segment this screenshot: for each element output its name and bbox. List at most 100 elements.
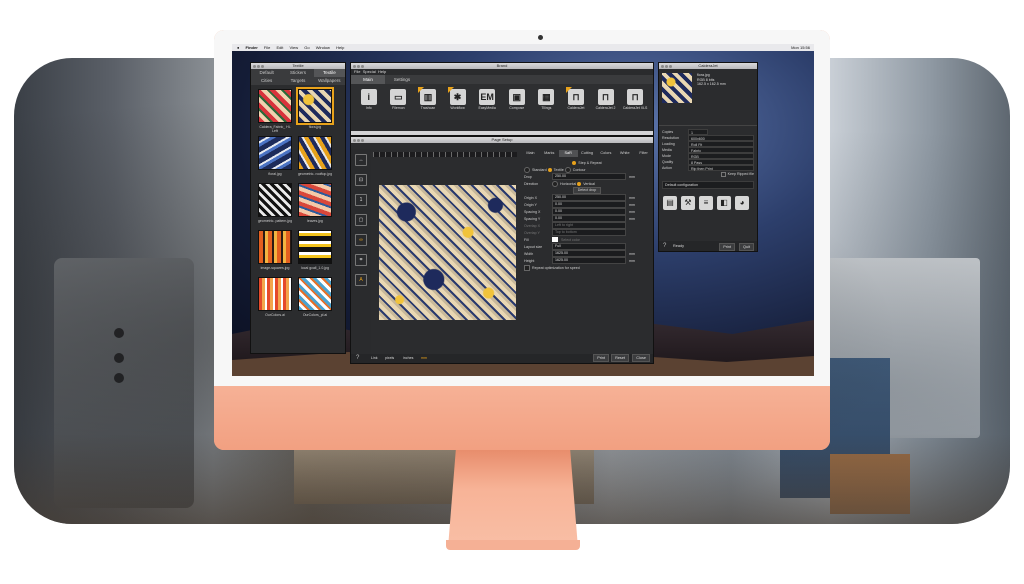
menu-view[interactable]: View (290, 44, 299, 51)
thumbnail-item[interactable]: floral.jpg (257, 136, 293, 181)
configuration-select[interactable]: Default configuration (662, 181, 754, 189)
origin-x-field[interactable]: 250.00 (552, 194, 626, 201)
overlap-x-select[interactable]: Left to right (552, 222, 626, 229)
print-button[interactable]: Print (719, 243, 735, 251)
detect-drop-button[interactable]: Detect drop (572, 187, 602, 194)
thumbnail-item[interactable]: OurColors_pl.ai (297, 277, 333, 322)
overlap-y-select[interactable]: Top to bottom (552, 229, 626, 236)
zoom-icon[interactable]: ⊡ (355, 174, 367, 186)
tab-colors[interactable]: Colors (596, 150, 615, 157)
fill-color-swatch[interactable] (552, 237, 558, 242)
caldera-scrollbar[interactable] (351, 131, 653, 135)
calderajet-button[interactable]: ⊓ CalderaJet (562, 87, 590, 117)
minimize-icon[interactable] (357, 65, 360, 68)
repeat-optimization-checkbox[interactable] (524, 264, 530, 271)
menu-go[interactable]: Go (304, 44, 309, 51)
tab-filter[interactable]: Filter (634, 150, 653, 157)
calderajet2-button[interactable]: ⊓ CalderaJet 2 (592, 87, 620, 117)
list-icon[interactable]: ≡ (699, 196, 713, 210)
zoom-icon[interactable] (261, 65, 264, 68)
close-icon[interactable] (353, 139, 356, 142)
radio-horizontal[interactable] (552, 180, 558, 187)
easymedia-button[interactable]: EM EasyMedia (473, 87, 501, 117)
unit-inches[interactable]: inches (403, 356, 413, 360)
preview-canvas[interactable] (379, 185, 516, 320)
unit-pixels[interactable]: pixels (385, 356, 394, 360)
keep-ripped-checkbox[interactable] (720, 172, 726, 177)
thumbnail-item[interactable]: OurColors.ai (257, 277, 293, 322)
spacing-y-field[interactable]: 0.00 (552, 215, 626, 222)
workflow-button[interactable]: ✱ Workflow (444, 87, 472, 117)
menu-file[interactable]: File (264, 44, 270, 51)
minimize-icon[interactable] (257, 65, 260, 68)
zoom-icon[interactable] (361, 139, 364, 142)
radio-contour[interactable] (564, 166, 571, 173)
fullscreen-icon[interactable]: ▢ (355, 214, 367, 226)
minimize-icon[interactable] (665, 65, 668, 68)
tilings-button[interactable]: ▦ Tilings (533, 87, 561, 117)
spacing-x-field[interactable]: 0.00 (552, 208, 626, 215)
palette-icon[interactable]: ◕ (735, 196, 749, 210)
zoom-icon[interactable] (669, 65, 672, 68)
quit-button[interactable]: Quit (739, 243, 754, 251)
thumbnail-item[interactable]: geometric- pattern.jpg (257, 183, 293, 228)
wrench-icon[interactable]: ⚒ (681, 196, 695, 210)
menu-window[interactable]: Window (316, 44, 330, 51)
step-repeat-checkbox[interactable] (572, 160, 577, 165)
compose-button[interactable]: ▣ Compose (503, 87, 531, 117)
tab-textile[interactable]: Textile (313, 69, 345, 77)
tab-stickers[interactable]: Stickers (282, 69, 313, 77)
menu-help[interactable]: Help (378, 69, 386, 74)
close-icon[interactable] (253, 65, 256, 68)
menubar-clock[interactable]: Mon 15:56 (791, 44, 810, 51)
job-thumbnail[interactable] (662, 73, 692, 103)
tab-wallpapers[interactable]: Wallpapers (314, 77, 345, 85)
tab-cutting[interactable]: Cutting (578, 150, 597, 157)
print-button[interactable]: Print (593, 353, 609, 362)
close-icon[interactable] (353, 65, 356, 68)
tab-sar[interactable]: SaR (558, 150, 578, 157)
width-field[interactable]: 1625.00 (552, 250, 626, 257)
tab-white[interactable]: White (615, 150, 634, 157)
zoom-icon[interactable] (361, 65, 364, 68)
tab-marks[interactable]: Marks (540, 150, 559, 157)
height-field[interactable]: 1625.00 (552, 257, 626, 264)
help-icon[interactable]: ? (356, 355, 359, 361)
thumbnail-item[interactable]: Caldera_Fabric_ Hi-Left (257, 89, 293, 134)
filemon-button[interactable]: ▭ Filemon (385, 87, 413, 117)
calderajetxls-button[interactable]: ⊓ CalderaJet XLS (621, 87, 649, 117)
caldera-main-titlebar[interactable]: Brand (351, 63, 653, 69)
layout-size-select[interactable]: Full (552, 243, 626, 250)
minimize-icon[interactable] (357, 139, 360, 142)
tab-settings[interactable]: Settings (385, 75, 419, 84)
swatch-icon[interactable]: ◧ (717, 196, 731, 210)
apple-icon[interactable]: ● (237, 44, 239, 51)
close-icon[interactable] (661, 65, 664, 68)
textile-titlebar[interactable]: Textile (251, 63, 345, 69)
text-icon[interactable]: A (355, 274, 367, 286)
thumbnail-item[interactable]: image-squares.jpg (257, 230, 293, 275)
tab-main[interactable]: Main (521, 150, 540, 157)
thumbnail-item[interactable]: flora.jpg (296, 87, 334, 134)
thumbnail-item[interactable]: local gcall_1.0.jpg (297, 230, 333, 275)
fill-select[interactable]: Select color (561, 238, 580, 242)
origin-y-field[interactable]: 0.00 (552, 201, 626, 208)
tab-targets[interactable]: Targets (282, 77, 313, 85)
info-button[interactable]: i Info (355, 87, 383, 117)
menu-help[interactable]: Help (336, 44, 344, 51)
radio-standard[interactable] (524, 166, 530, 173)
one-to-one-icon[interactable]: 1 (355, 194, 367, 206)
menu-edit[interactable]: Edit (276, 44, 283, 51)
menu-finder[interactable]: Finder (246, 44, 258, 51)
drop-field[interactable]: 250.00 (552, 173, 626, 180)
reset-button[interactable]: Reset (611, 353, 629, 362)
fit-size-icon[interactable]: ↔ (355, 154, 367, 166)
tab-cities[interactable]: Cities (251, 77, 282, 85)
thumbnail-item[interactable]: leaves.jpg (297, 183, 333, 228)
link-icon[interactable]: ∞ (355, 234, 367, 246)
crop-icon[interactable]: ⌗ (355, 254, 367, 266)
trashcan-button[interactable]: ▥ Trashcan (414, 87, 442, 117)
help-icon[interactable]: ? (663, 241, 666, 251)
close-button[interactable]: Close (632, 353, 650, 362)
new-job-icon[interactable]: ▤ (663, 196, 677, 210)
